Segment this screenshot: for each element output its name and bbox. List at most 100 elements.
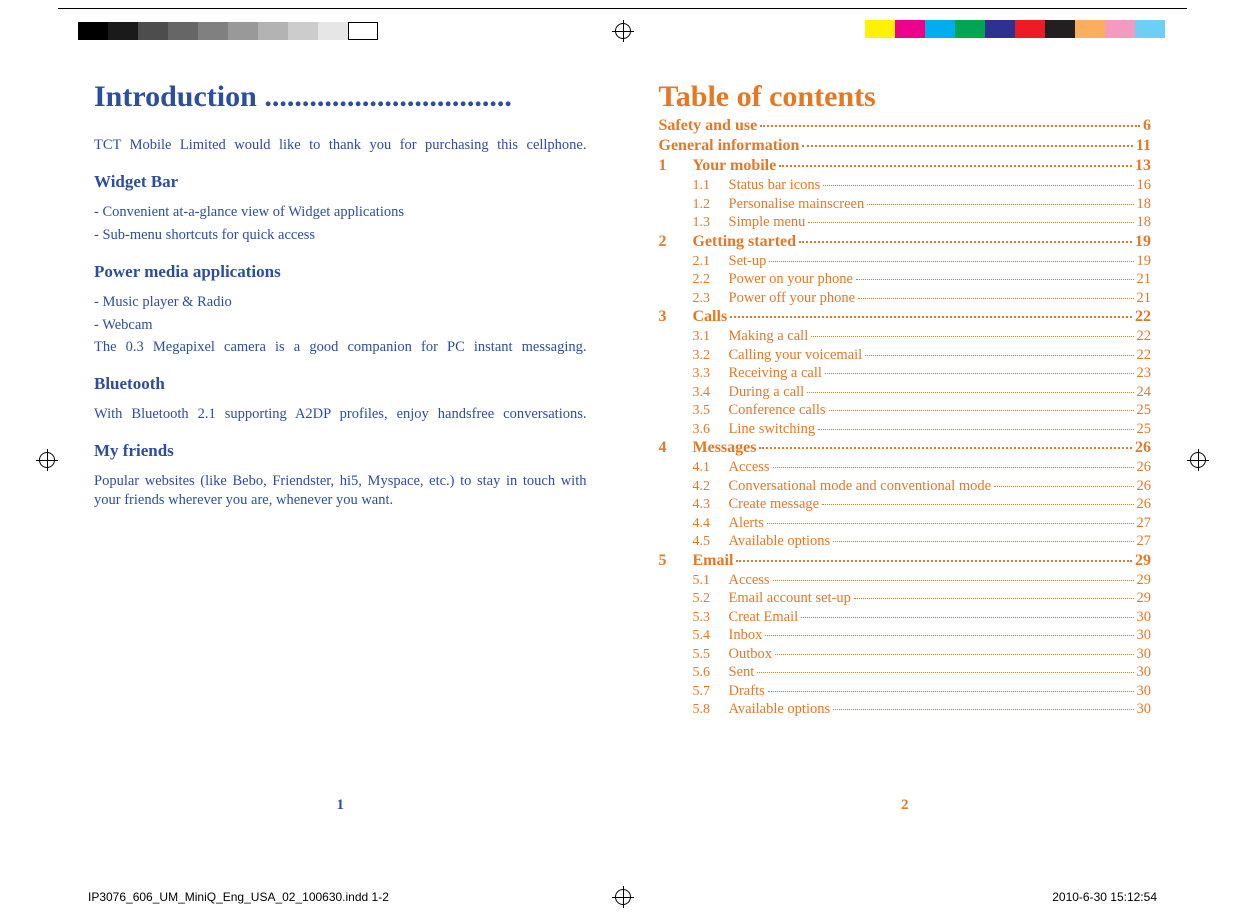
toc-leader-dots <box>767 523 1134 524</box>
toc-leader-dots <box>807 392 1133 393</box>
section-heading: Bluetooth <box>94 373 587 395</box>
swatch <box>108 22 138 40</box>
toc-entry-main: 3Calls 22 <box>659 307 1152 327</box>
toc-entry-sub: 4.5Available options27 <box>659 532 1152 551</box>
toc-leader-dots <box>822 504 1133 505</box>
toc-label: Set-up <box>729 252 767 270</box>
toc-entry-main: 2Getting started19 <box>659 232 1152 252</box>
toc-leader-dots <box>858 298 1133 299</box>
toc-number: 3 <box>659 307 693 327</box>
toc-number: 3.2 <box>693 347 729 365</box>
toc-label: Outbox <box>729 645 773 663</box>
section-heading: My friends <box>94 440 587 462</box>
swatch <box>1135 20 1165 38</box>
swatch <box>288 22 318 40</box>
toc-number: 5.6 <box>693 664 729 682</box>
toc-page: 26 <box>1135 438 1151 458</box>
toc-page: 30 <box>1137 682 1152 700</box>
toc-label: Conversational mode and conventional mod… <box>729 477 992 495</box>
toc-leader-dots <box>768 691 1134 692</box>
toc-leader-dots <box>994 486 1133 487</box>
swatch <box>348 22 378 40</box>
toc-entry-sub: 5.5Outbox30 <box>659 645 1152 664</box>
toc-page: 21 <box>1137 270 1152 288</box>
section-line: - Music player & Radio <box>94 293 587 312</box>
toc-page: 25 <box>1137 420 1152 438</box>
toc-leader-dots <box>765 635 1133 636</box>
toc-entry-sub: 3.6Line switching25 <box>659 420 1152 439</box>
toc-leader-dots <box>818 429 1133 430</box>
toc-entry-sub: 3.1Making a call22 <box>659 327 1152 346</box>
toc-page: 13 <box>1135 156 1151 176</box>
toc-number: 4.1 <box>693 459 729 477</box>
toc-label: Conference calls <box>729 401 826 419</box>
toc-entry-sub: 4.3Create message26 <box>659 495 1152 514</box>
registration-mark-icon <box>612 886 634 908</box>
toc-label: Receiving a call <box>729 364 822 382</box>
toc-label: Alerts <box>729 514 764 532</box>
toc-number: 5.1 <box>693 572 729 590</box>
toc-number: 3.1 <box>693 328 729 346</box>
toc-label: Your mobile <box>693 156 777 176</box>
toc-entry-sub: 5.7Drafts30 <box>659 682 1152 701</box>
toc-page: 27 <box>1137 532 1152 550</box>
toc-label: Calls <box>693 307 728 327</box>
toc-label: Calling your voicemail <box>729 346 863 364</box>
swatch <box>895 20 925 38</box>
toc-number: 3.3 <box>693 365 729 383</box>
toc-page: 26 <box>1137 477 1152 495</box>
page-left: Introduction ...........................… <box>88 80 593 820</box>
toc-label: Power on your phone <box>729 270 853 288</box>
toc-entry-sub: 3.3Receiving a call23 <box>659 364 1152 383</box>
toc-page: 30 <box>1137 626 1152 644</box>
page-right: Table of contents Safety and use6General… <box>653 80 1158 820</box>
introduction-body: TCT Mobile Limited would like to thank y… <box>94 136 587 518</box>
toc-entry-sub: 1.1Status bar icons16 <box>659 176 1152 195</box>
toc-page: 18 <box>1137 195 1152 213</box>
toc-page: 29 <box>1135 551 1151 571</box>
toc-entry-main: 5Email29 <box>659 551 1152 571</box>
toc-leader-dots <box>808 222 1133 223</box>
toc-number: 1.3 <box>693 214 729 232</box>
toc-page: 19 <box>1137 252 1152 270</box>
toc-page: 24 <box>1137 383 1152 401</box>
color-swatches <box>865 20 1165 38</box>
toc-entry-main: Safety and use6 <box>659 116 1152 136</box>
print-file-name: IP3076_606_UM_MiniQ_Eng_USA_02_100630.in… <box>88 890 389 904</box>
toc-leader-dots <box>799 241 1132 243</box>
toc-leader-dots <box>779 165 1132 167</box>
toc-number: 5.3 <box>693 609 729 627</box>
toc-number: 4.3 <box>693 496 729 514</box>
toc-label: Inbox <box>729 626 763 644</box>
toc-label: Getting started <box>693 232 797 252</box>
toc-number: 3.6 <box>693 421 729 439</box>
toc-body: Safety and use6General information111You… <box>659 116 1152 719</box>
toc-leader-dots <box>833 709 1133 710</box>
toc-number: 3.4 <box>693 384 729 402</box>
toc-entry-sub: 5.6Sent30 <box>659 663 1152 682</box>
toc-entry-sub: 4.2Conversational mode and conventional … <box>659 477 1152 496</box>
toc-leader-dots <box>736 560 1132 562</box>
toc-page: 22 <box>1135 307 1151 327</box>
swatch <box>168 22 198 40</box>
toc-entry-sub: 3.4During a call24 <box>659 383 1152 402</box>
toc-entry-sub: 5.1Access29 <box>659 571 1152 590</box>
section-heading: Power media applications <box>94 261 587 283</box>
crop-marks-top <box>0 0 1245 50</box>
toc-number: 4.4 <box>693 515 729 533</box>
toc-entry-sub: 2.1Set-up19 <box>659 252 1152 271</box>
toc-page: 25 <box>1137 401 1152 419</box>
toc-number: 4 <box>659 438 693 458</box>
toc-page: 18 <box>1137 213 1152 231</box>
toc-page: 30 <box>1137 608 1152 626</box>
toc-leader-dots <box>829 410 1134 411</box>
toc-number: 5.7 <box>693 683 729 701</box>
swatch <box>865 20 895 38</box>
toc-page: 27 <box>1137 514 1152 532</box>
toc-label: Access <box>729 458 770 476</box>
section-para: The 0.3 Megapixel camera is a good compa… <box>94 338 587 357</box>
toc-entry-sub: 4.1Access26 <box>659 458 1152 477</box>
toc-page: 22 <box>1137 327 1152 345</box>
toc-entry-sub: 5.2Email account set-up29 <box>659 589 1152 608</box>
toc-page: 30 <box>1137 700 1152 718</box>
